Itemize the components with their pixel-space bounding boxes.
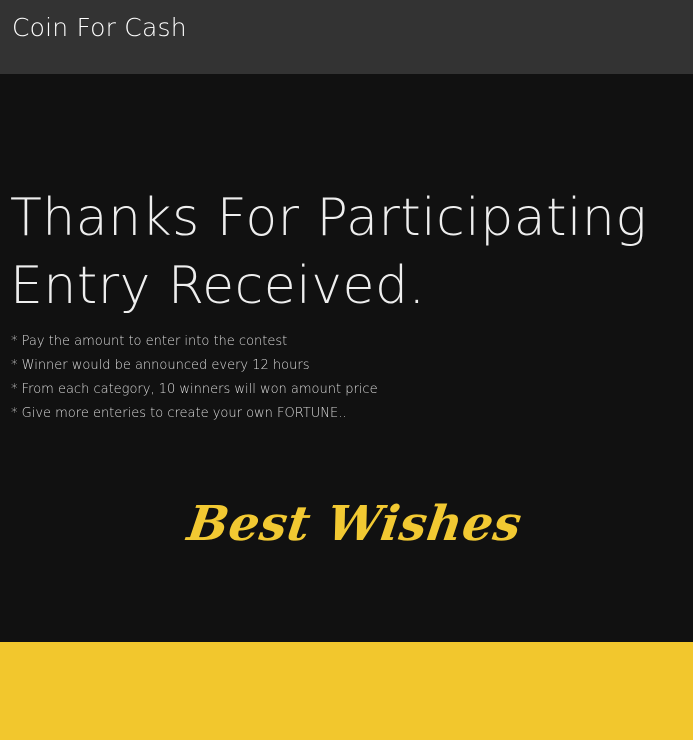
note-item: * Give more enteries to create your own … <box>11 406 347 421</box>
yellow-footer-band <box>0 642 693 740</box>
note-item: * From each category, 10 winners will wo… <box>11 382 378 397</box>
note-item: * Winner would be announced every 12 hou… <box>11 358 310 373</box>
headline-line-2: Entry Received. <box>10 256 426 316</box>
best-wishes-signature: Best Wishes <box>184 496 526 552</box>
contest-notes-list: * Pay the amount to enter into the conte… <box>11 330 378 426</box>
confirmation-section: Thanks For Participating Entry Received.… <box>0 74 693 642</box>
note-item: * Pay the amount to enter into the conte… <box>11 334 288 349</box>
page-title: Thanks For Participating Entry Received. <box>10 184 647 320</box>
top-navbar: Coin For Cash <box>0 0 693 74</box>
brand-link[interactable]: Coin For Cash <box>12 12 187 44</box>
headline-line-1: Thanks For Participating <box>10 188 648 248</box>
